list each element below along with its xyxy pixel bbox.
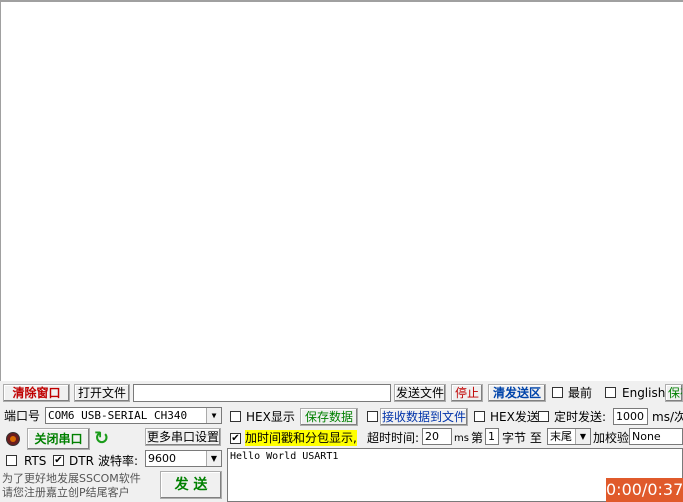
port-label: 端口号 <box>4 409 41 423</box>
english-checkbox[interactable] <box>605 387 616 398</box>
timed-unit-label: ms/次 <box>652 410 683 424</box>
timed-send-label: 定时发送: <box>554 410 607 424</box>
checksum-label: 加校验 <box>593 431 630 445</box>
stop-button[interactable]: 停止 <box>451 384 483 402</box>
timed-interval-input[interactable]: 1000 <box>613 408 648 425</box>
more-settings-button[interactable]: 更多串口设置 <box>145 428 221 446</box>
hex-send-checkbox[interactable] <box>474 411 485 422</box>
end-value: 末尾 <box>550 430 572 443</box>
video-timer: 0:00/0:37 <box>606 478 683 502</box>
rts-checkbox[interactable] <box>6 455 17 466</box>
send-text: Hello World USART1 <box>230 451 339 462</box>
byte-to-label: 字节 至 <box>502 431 542 445</box>
save-params-button[interactable]: 保存参数 <box>665 384 683 402</box>
port-select[interactable]: COM6 USB-SERIAL CH340 ▼ <box>45 407 222 424</box>
baud-label: 波特率: <box>98 454 139 468</box>
timeout-input[interactable]: 20 <box>422 428 452 445</box>
dtr-label: DTR <box>69 454 94 468</box>
close-port-button[interactable]: 关闭串口 <box>27 428 90 450</box>
hex-display-checkbox[interactable] <box>230 411 241 422</box>
hex-display-label: HEX显示 <box>246 410 295 424</box>
recv-to-file-checkbox[interactable] <box>367 411 378 422</box>
receive-area[interactable] <box>0 0 683 381</box>
dtr-checkbox[interactable]: ✔ <box>53 455 64 466</box>
baud-value: 9600 <box>148 452 176 465</box>
rts-label: RTS <box>24 454 47 468</box>
open-file-button[interactable]: 打开文件 <box>74 384 130 402</box>
chevron-down-icon: ▼ <box>575 429 590 444</box>
timeout-label: 超时时间: <box>367 431 420 445</box>
save-data-button[interactable]: 保存数据 <box>300 408 358 426</box>
recv-to-file-button[interactable]: 接收数据到文件 <box>380 408 468 426</box>
port-status-icon <box>6 432 20 446</box>
timestamp-checkbox[interactable]: ✔ <box>230 433 241 444</box>
timed-send-checkbox[interactable] <box>538 411 549 422</box>
chevron-down-icon: ▼ <box>206 408 221 423</box>
port-value: COM6 USB-SERIAL CH340 <box>48 409 188 422</box>
topmost-label: 最前 <box>568 386 593 400</box>
nth-input[interactable]: 1 <box>485 428 499 445</box>
english-label: English <box>622 386 666 400</box>
topmost-checkbox[interactable] <box>552 387 563 398</box>
nth-label: 第 <box>471 431 484 445</box>
baud-select[interactable]: 9600 ▼ <box>145 450 222 467</box>
timeout-unit-label: ms <box>454 433 469 444</box>
send-button[interactable]: 发 送 <box>160 471 222 499</box>
promo-line-2: 请您注册嘉立创P结尾客户 <box>2 486 130 499</box>
refresh-icon[interactable]: ↻ <box>94 430 112 448</box>
timestamp-label: 加时间戳和分包显示, <box>245 430 357 446</box>
send-file-button[interactable]: 发送文件 <box>394 384 446 402</box>
clear-window-button[interactable]: 清除窗口 <box>3 384 70 402</box>
promo-line-1: 为了更好地发展SSCOM软件 <box>2 472 141 485</box>
checksum-select[interactable]: None <box>629 428 683 445</box>
chevron-down-icon: ▼ <box>206 451 221 466</box>
hex-send-label: HEX发送 <box>490 410 539 424</box>
end-select[interactable]: 末尾 ▼ <box>547 428 591 445</box>
file-path-input[interactable] <box>133 384 391 402</box>
clear-send-button[interactable]: 清发送区 <box>488 384 546 402</box>
